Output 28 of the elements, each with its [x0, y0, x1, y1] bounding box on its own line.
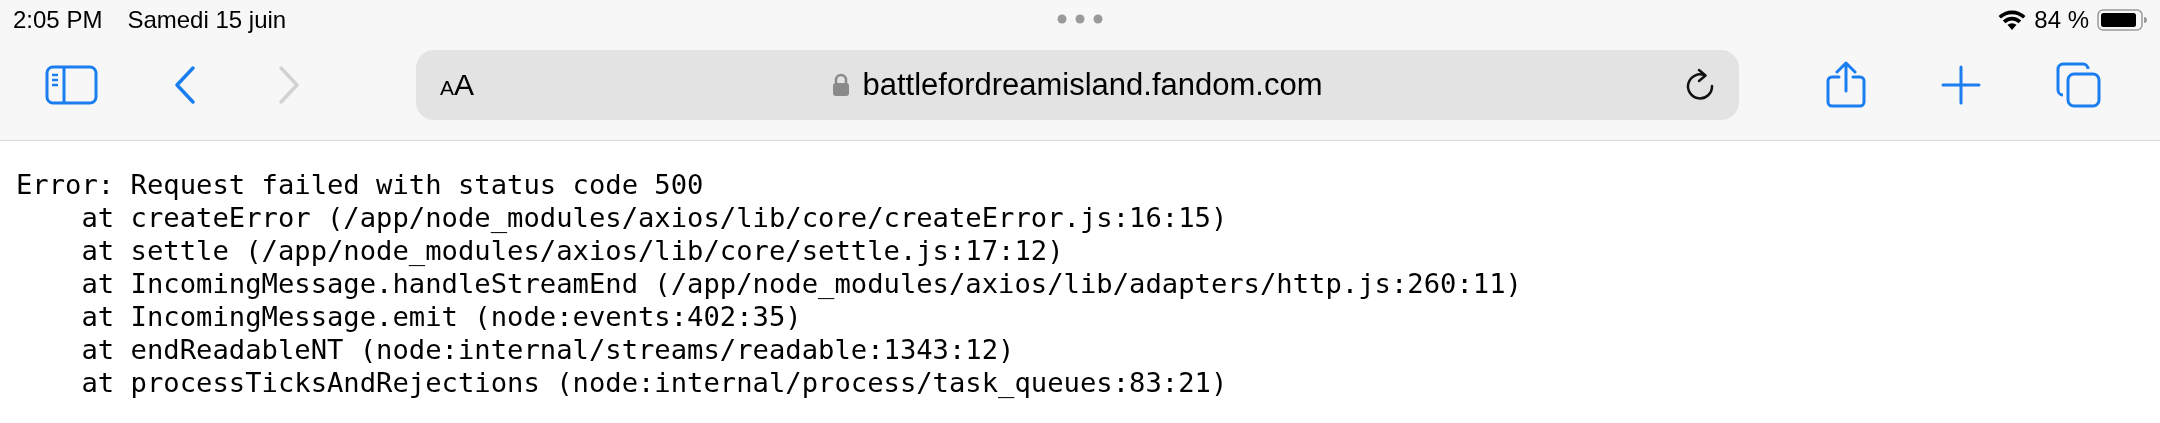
battery-percentage: 84 % [2034, 4, 2089, 35]
error-line: Error: Request failed with status code 500 [16, 168, 704, 201]
tabs-icon [2055, 61, 2101, 108]
error-line: at settle (/app/node_modules/axios/lib/core/settle.js:17:12) [80, 234, 1064, 267]
share-button[interactable] [1825, 60, 1867, 109]
status-date: Samedi 15 juin [127, 4, 287, 35]
reload-icon [1685, 67, 1715, 102]
plus-icon [1941, 64, 1981, 105]
more-dots-icon[interactable] [1057, 14, 1103, 24]
error-line: at IncomingMessage.emit (node:events:402:35) [80, 300, 802, 333]
reload-button[interactable] [1685, 67, 1715, 102]
new-tab-button[interactable] [1941, 64, 1981, 105]
error-line: at processTicksAndRejections (node:internal/process/task_queues:83:21) [80, 366, 1228, 399]
sidebar-button[interactable] [45, 64, 98, 105]
error-line: at createError (/app/node_modules/axios/lib/core/createError.js:16:15) [80, 201, 1228, 234]
sidebar-icon [45, 64, 98, 105]
url-text: battlefordreamisland.fandom.com [862, 65, 1323, 104]
wifi-icon [1998, 8, 2027, 31]
text-size-button[interactable]: AA [440, 69, 475, 100]
status-time: 2:05 PM [13, 4, 103, 35]
address-bar[interactable]: AA battlefordreamisland.fandom.com [416, 49, 1739, 120]
share-icon [1825, 60, 1867, 109]
lock-icon [832, 72, 851, 97]
error-line: at endReadableNT (node:internal/streams/readable:1343:12) [80, 333, 1015, 366]
back-button[interactable] [174, 64, 196, 105]
tabs-button[interactable] [2055, 61, 2101, 108]
battery-icon [2097, 7, 2147, 32]
error-line: at IncomingMessage.handleStreamEnd (/app/node_modules/axios/lib/adapters/http.js:260:11) [80, 267, 1522, 300]
